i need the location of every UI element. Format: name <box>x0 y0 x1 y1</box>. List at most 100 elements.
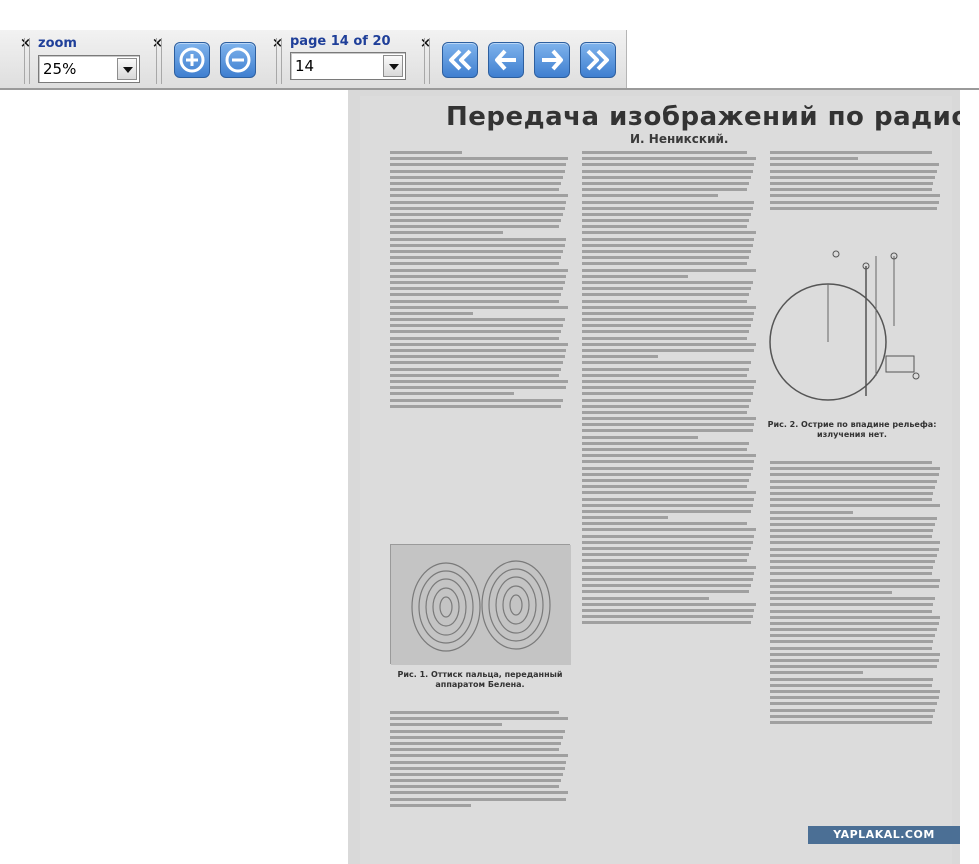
scanned-text-line <box>582 349 755 352</box>
scanned-text-line <box>582 491 757 495</box>
scanned-text-line <box>390 151 462 154</box>
scanned-text-line <box>770 467 941 471</box>
scanned-text-line <box>582 553 750 557</box>
scanned-text-line <box>770 553 937 557</box>
scanned-text-line <box>770 683 932 687</box>
scanned-text-line <box>770 603 934 607</box>
scanned-text-line <box>390 772 563 776</box>
scanned-text-line <box>390 206 565 210</box>
chevron-down-icon[interactable] <box>383 55 403 77</box>
scanned-text-line <box>770 188 932 192</box>
fingerprint-figure <box>390 544 571 665</box>
scanned-text-line <box>582 472 751 476</box>
scanned-text-line <box>582 497 755 501</box>
scanned-text-line <box>770 461 932 464</box>
chevron-down-icon[interactable] <box>117 58 137 80</box>
scanned-text-line <box>582 330 750 334</box>
scanned-text-line <box>582 305 757 309</box>
scanned-text-line <box>390 355 565 359</box>
scanned-text-line <box>582 318 753 322</box>
scanned-text-line <box>582 485 748 489</box>
scanned-text-line <box>390 293 561 297</box>
scanned-text-line <box>390 723 502 727</box>
scanned-text-line <box>770 628 937 632</box>
scanned-text-line <box>582 615 753 619</box>
scanned-text-line <box>390 200 567 204</box>
scanned-text-line <box>390 181 561 185</box>
scanned-text-line <box>582 429 753 433</box>
text-column-3-bottom <box>770 458 942 858</box>
scanned-text-line <box>770 652 941 656</box>
scanned-text-line <box>582 256 750 260</box>
scanned-text-line <box>582 206 753 210</box>
first-page-button[interactable] <box>442 42 478 78</box>
circuit-diagram-figure <box>766 246 936 416</box>
scanned-text-line <box>770 720 932 724</box>
scanned-text-line <box>582 367 750 371</box>
scanned-text-line <box>390 299 560 303</box>
scanned-text-line <box>390 212 563 216</box>
scanned-text-line <box>770 547 939 551</box>
arrow-right-icon <box>542 49 563 71</box>
document-page[interactable]: Передача изображений по радио И. Неникск… <box>348 90 960 864</box>
scanned-text-line <box>582 608 755 612</box>
scanned-text-line <box>390 398 563 402</box>
scanned-text-line <box>582 596 709 600</box>
scanned-text-line <box>390 262 560 266</box>
scanned-text-line <box>582 194 718 198</box>
scanned-text-line <box>770 504 941 508</box>
scanned-text-line <box>582 417 757 421</box>
scanned-text-line <box>390 735 563 739</box>
scanned-text-line <box>390 748 560 752</box>
scanned-text-line <box>390 305 569 309</box>
previous-page-button[interactable] <box>488 42 524 78</box>
scanned-text-line <box>390 157 569 161</box>
scanned-text-line <box>390 367 561 371</box>
scanned-text-line <box>390 797 567 801</box>
scanned-text-line <box>770 479 937 483</box>
scanned-text-line <box>770 590 893 594</box>
scanned-page: Передача изображений по радио И. Неникск… <box>360 96 960 864</box>
scanned-text-line <box>582 547 751 550</box>
page-group-grip[interactable] <box>276 38 282 84</box>
figure-1-caption: Рис. 1. Оттиск пальца, переданный аппара… <box>397 670 563 689</box>
zoom-label: zoom <box>38 36 77 51</box>
scanned-text-line <box>390 791 569 795</box>
double-chevron-left-icon <box>449 49 472 71</box>
scanned-text-line <box>770 498 932 502</box>
scanned-text-line <box>770 640 934 644</box>
scanned-text-line <box>770 708 936 712</box>
navigation-group-grip[interactable] <box>424 38 430 84</box>
scanned-text-line <box>582 571 755 575</box>
zoom-out-icon <box>225 47 251 73</box>
scanned-text-line <box>582 516 669 520</box>
last-page-button[interactable] <box>580 42 616 78</box>
scanned-text-line <box>582 454 757 458</box>
scanned-text-line <box>582 379 757 383</box>
scanned-text-line <box>582 336 748 340</box>
scanned-text-line <box>582 503 753 507</box>
next-page-button[interactable] <box>534 42 570 78</box>
zoom-buttons-grip[interactable] <box>156 38 162 84</box>
scanned-text-line <box>582 219 750 223</box>
zoom-out-button[interactable] <box>220 42 256 78</box>
scanned-text-line <box>770 677 934 681</box>
page-select[interactable]: 14 <box>290 52 406 80</box>
zoom-in-button[interactable] <box>174 42 210 78</box>
scanned-text-line <box>770 194 941 198</box>
scanned-text-line <box>582 602 757 606</box>
zoom-select[interactable]: 25% <box>38 55 140 83</box>
page-count-label: page 14 of 20 <box>290 34 391 49</box>
text-column-2 <box>582 148 758 858</box>
scanned-text-line <box>582 410 748 414</box>
scanned-text-line <box>582 559 748 563</box>
zoom-group-grip[interactable] <box>24 38 30 84</box>
scanned-text-line <box>770 609 932 613</box>
scanned-text-line <box>390 404 561 408</box>
scanned-text-line <box>582 280 753 284</box>
scanned-text-line <box>770 566 934 570</box>
scanned-text-line <box>390 324 563 328</box>
scanned-text-line <box>390 237 567 241</box>
scanned-text-line <box>582 386 755 390</box>
scanned-text-line <box>582 565 757 569</box>
